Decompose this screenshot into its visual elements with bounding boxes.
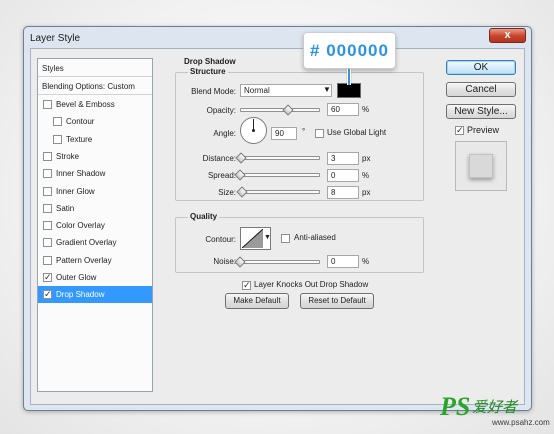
use-global-light-label: Use Global Light xyxy=(327,128,387,137)
noise-unit: % xyxy=(362,257,370,266)
distance-unit: px xyxy=(362,154,371,163)
angle-input[interactable]: 90 xyxy=(271,127,297,140)
distance-slider[interactable] xyxy=(240,156,320,160)
contour-picker[interactable]: ▼ xyxy=(240,227,271,250)
opacity-label: Opacity: xyxy=(206,106,236,115)
distance-input[interactable]: 3 xyxy=(327,152,359,165)
blending-options-item[interactable]: Blending Options: Custom xyxy=(38,78,152,95)
layer-knocks-out-checkbox[interactable]: ✓ xyxy=(242,281,251,290)
preview-checkbox[interactable]: ✓ xyxy=(455,126,464,135)
new-style-button[interactable]: New Style... xyxy=(446,104,516,119)
style-item-checkbox[interactable] xyxy=(43,221,52,231)
color-callout: # 000000 xyxy=(303,32,396,69)
chevron-down-icon: ▼ xyxy=(323,85,331,94)
callout-pointer xyxy=(347,69,351,85)
style-item-label: Drop Shadow xyxy=(56,290,105,300)
style-item-checkbox[interactable] xyxy=(53,134,62,144)
anti-aliased-checkbox[interactable] xyxy=(281,234,290,243)
watermark-logo: PS xyxy=(440,392,471,421)
style-item-checkbox[interactable] xyxy=(53,117,62,127)
style-item-label: Inner Shadow xyxy=(56,169,106,179)
watermark-text: 爱好者 xyxy=(472,398,518,416)
spread-slider[interactable] xyxy=(240,173,320,177)
style-item-label: Contour xyxy=(66,117,95,127)
linear-contour-icon xyxy=(242,229,263,248)
style-preview-box xyxy=(455,141,507,191)
style-item-checkbox[interactable] xyxy=(43,169,52,179)
style-item-inner-glow[interactable]: Inner Glow xyxy=(38,183,152,200)
style-item-checkbox[interactable] xyxy=(43,186,52,196)
blend-mode-select[interactable]: Normal ▼ xyxy=(240,84,332,97)
size-slider[interactable] xyxy=(240,190,320,194)
style-item-label: Satin xyxy=(56,203,75,213)
spread-label: Spread: xyxy=(207,171,236,180)
contour-label: Contour: xyxy=(205,235,236,244)
style-item-checkbox[interactable] xyxy=(43,203,52,213)
anti-aliased-label: Anti-aliased xyxy=(294,233,336,242)
style-item-checkbox[interactable] xyxy=(43,151,52,161)
style-preview-swatch xyxy=(469,154,493,178)
chevron-down-icon: ▼ xyxy=(264,234,271,241)
style-item-checkbox[interactable] xyxy=(43,255,52,265)
blend-mode-label: Blend Mode: xyxy=(191,87,236,96)
style-item-label: Pattern Overlay xyxy=(56,255,112,265)
opacity-input[interactable]: 60 xyxy=(327,103,359,116)
window-title: Layer Style xyxy=(30,33,81,44)
style-item-pattern-overlay[interactable]: Pattern Overlay xyxy=(38,252,152,269)
spread-input[interactable]: 0 xyxy=(327,169,359,182)
close-button[interactable]: x xyxy=(489,28,526,43)
style-item-color-overlay[interactable]: Color Overlay xyxy=(38,217,152,234)
style-item-label: Texture xyxy=(66,134,93,144)
style-item-checkbox[interactable]: ✓ xyxy=(43,290,52,300)
style-item-label: Inner Glow xyxy=(56,186,95,196)
style-item-contour[interactable]: Contour xyxy=(38,113,152,130)
style-item-outer-glow[interactable]: ✓ Outer Glow xyxy=(38,269,152,286)
watermark: PS 爱好者 www.psahz.com xyxy=(440,392,550,432)
distance-label: Distance: xyxy=(202,154,236,163)
angle-dial-center xyxy=(252,129,255,132)
size-input[interactable]: 8 xyxy=(327,186,359,199)
reset-to-default-button[interactable]: Reset to Default xyxy=(300,293,374,309)
ok-button[interactable]: OK xyxy=(446,60,516,75)
style-item-gradient-overlay[interactable]: Gradient Overlay xyxy=(38,234,152,251)
size-label: Size: xyxy=(218,188,236,197)
size-unit: px xyxy=(362,188,371,197)
style-item-label: Gradient Overlay xyxy=(56,238,117,248)
style-item-label: Stroke xyxy=(56,151,80,161)
cancel-button[interactable]: Cancel xyxy=(446,82,516,97)
style-item-bevel-emboss[interactable]: Bevel & Emboss xyxy=(38,96,152,113)
make-default-button[interactable]: Make Default xyxy=(225,293,289,309)
quality-title: Quality xyxy=(188,212,220,221)
structure-title: Structure xyxy=(188,67,228,76)
noise-label: Noise: xyxy=(213,257,236,266)
styles-header[interactable]: Styles xyxy=(38,60,152,77)
angle-label: Angle: xyxy=(213,129,236,138)
style-item-label: Outer Glow xyxy=(56,273,97,282)
angle-unit: ° xyxy=(302,127,306,136)
blend-mode-value: Normal xyxy=(244,86,270,95)
opacity-slider[interactable] xyxy=(240,108,320,112)
style-item-inner-shadow[interactable]: Inner Shadow xyxy=(38,165,152,182)
style-item-stroke[interactable]: Stroke xyxy=(38,148,152,165)
style-item-satin[interactable]: Satin xyxy=(38,200,152,217)
shadow-color-swatch[interactable] xyxy=(337,83,361,98)
noise-slider[interactable] xyxy=(240,260,320,264)
layer-knocks-out-label: Layer Knocks Out Drop Shadow xyxy=(254,280,369,289)
style-item-drop-shadow[interactable]: ✓ Drop Shadow xyxy=(38,286,152,304)
watermark-url: www.psahz.com xyxy=(492,418,550,427)
style-item-checkbox[interactable]: ✓ xyxy=(43,273,52,282)
style-item-label: Bevel & Emboss xyxy=(56,100,115,109)
style-item-texture[interactable]: Texture xyxy=(38,131,152,148)
opacity-unit: % xyxy=(362,105,370,114)
style-item-checkbox[interactable] xyxy=(43,100,52,109)
angle-dial[interactable] xyxy=(240,117,267,144)
drop-shadow-title: Drop Shadow xyxy=(184,57,236,66)
style-item-label: Color Overlay xyxy=(56,221,105,231)
use-global-light-checkbox[interactable] xyxy=(315,129,324,138)
style-item-checkbox[interactable] xyxy=(43,238,52,248)
noise-input[interactable]: 0 xyxy=(327,255,359,268)
preview-label: Preview xyxy=(467,125,500,135)
spread-unit: % xyxy=(362,171,370,180)
